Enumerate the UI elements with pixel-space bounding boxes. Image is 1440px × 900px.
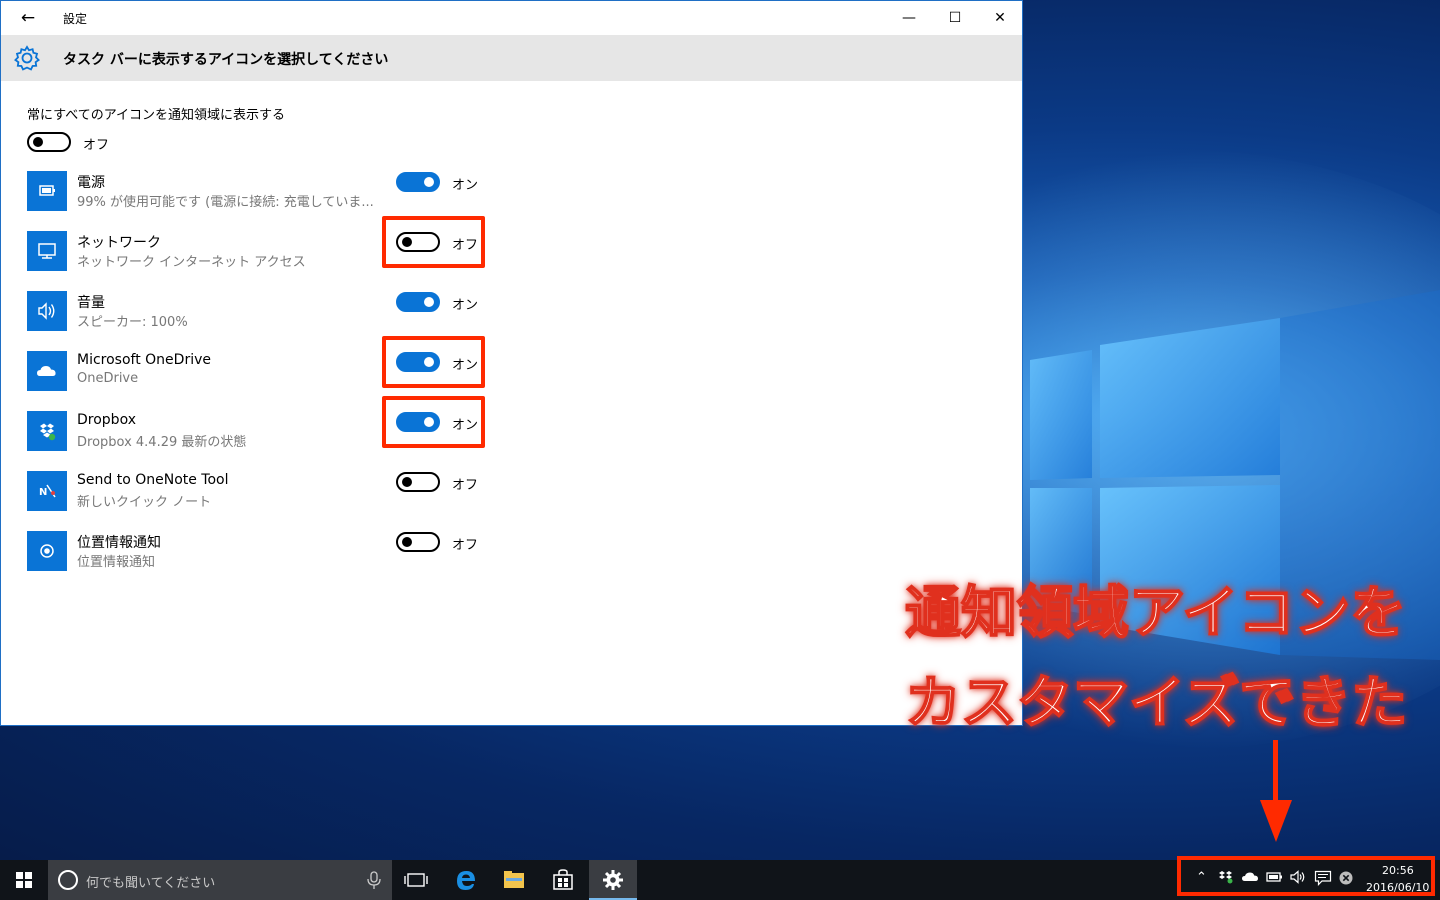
item-name: Dropbox — [77, 412, 136, 428]
close-circle-tray-icon[interactable] — [1338, 870, 1354, 890]
battery-tray-icon[interactable] — [1266, 870, 1284, 888]
item-desc: 位置情報通知 — [77, 555, 156, 570]
action-center-icon[interactable] — [1314, 870, 1332, 890]
settings-window: ← 設定 — ☐ ✕ タスク バーに表示するアイコンを選択してください 常にすべ… — [0, 0, 1023, 726]
title-bar: ← 設定 — ☐ ✕ — [1, 1, 1022, 35]
onedrive-tray-icon[interactable] — [1241, 870, 1259, 888]
item-name: 音量 — [77, 295, 105, 311]
item-toggle[interactable] — [396, 532, 440, 552]
show-hidden-icons-chevron-icon[interactable]: ⌃ — [1196, 870, 1207, 885]
toggle-knob — [402, 477, 412, 487]
onenote-icon: N — [27, 471, 67, 511]
location-icon — [27, 531, 67, 571]
maximize-button[interactable]: ☐ — [932, 1, 978, 35]
highlight-box — [382, 396, 485, 448]
always-show-state: オフ — [83, 138, 110, 153]
always-show-toggle[interactable] — [27, 132, 71, 152]
clock-time[interactable]: 20:56 — [1382, 864, 1414, 877]
item-state: オフ — [452, 478, 479, 493]
settings-content: 常にすべてのアイコンを通知領域に表示する オフ 電源 99% が使用可能です (… — [1, 81, 1022, 571]
item-name: ネットワーク — [77, 235, 161, 251]
item-toggle[interactable] — [396, 472, 440, 492]
toggle-knob — [402, 537, 412, 547]
item-state: オン — [452, 178, 479, 193]
search-box[interactable]: 何でも聞いてください — [48, 860, 392, 900]
speaker-icon — [27, 291, 67, 331]
taskbar: 何でも聞いてください ⌃ 20:56 2016/06/10 — [0, 856, 1440, 900]
back-arrow-icon[interactable]: ← — [13, 7, 43, 29]
list-item: ネットワーク ネットワーク インターネット アクセス オフ — [1, 216, 601, 277]
task-view-icon[interactable] — [392, 860, 440, 900]
volume-tray-icon[interactable] — [1290, 870, 1308, 888]
item-desc: OneDrive — [77, 371, 139, 386]
file-explorer-icon[interactable] — [490, 860, 538, 900]
item-state: オン — [452, 298, 479, 313]
always-show-label: 常にすべてのアイコンを通知領域に表示する — [27, 108, 286, 123]
annotation-line2: カスタマイズできた — [904, 670, 1408, 737]
cloud-icon — [27, 351, 67, 391]
start-button[interactable] — [0, 860, 48, 900]
list-item: 電源 99% が使用可能です (電源に接続: 充電していま... オン — [1, 171, 601, 217]
arrow-down-icon — [1260, 740, 1292, 842]
notification-area: ⌃ 20:56 2016/06/10 — [1174, 856, 1440, 900]
store-icon[interactable] — [539, 860, 587, 900]
microphone-icon[interactable] — [364, 869, 384, 891]
settings-taskbar-icon[interactable] — [589, 860, 637, 900]
toggle-knob — [424, 177, 434, 187]
list-item: Microsoft OneDrive OneDrive オン — [1, 336, 601, 397]
item-name: Microsoft OneDrive — [77, 352, 211, 368]
cortana-icon — [58, 870, 78, 890]
list-item: Dropbox Dropbox 4.4.29 最新の状態 オン — [1, 396, 601, 457]
item-name: Send to OneNote Tool — [77, 472, 229, 488]
item-name: 位置情報通知 — [77, 535, 161, 551]
list-item: 音量 スピーカー: 100% オン — [1, 291, 601, 337]
window-title: 設定 — [63, 12, 88, 26]
minimize-button[interactable]: — — [886, 1, 932, 35]
windows-start-icon — [16, 872, 32, 888]
item-desc: 新しいクイック ノート — [77, 495, 212, 510]
item-toggle[interactable] — [396, 172, 440, 192]
toggle-knob — [424, 297, 434, 307]
item-toggle[interactable] — [396, 292, 440, 312]
svg-text:N: N — [39, 487, 47, 498]
gear-icon — [14, 45, 40, 71]
clock-date[interactable]: 2016/06/10 — [1366, 881, 1429, 894]
network-icon — [27, 231, 67, 271]
item-desc: スピーカー: 100% — [77, 315, 188, 330]
list-item: N Send to OneNote Tool 新しいクイック ノート オフ — [1, 471, 601, 517]
page-header: タスク バーに表示するアイコンを選択してください — [1, 35, 1022, 81]
item-desc: ネットワーク インターネット アクセス — [77, 255, 306, 270]
close-button[interactable]: ✕ — [977, 1, 1023, 35]
annotation-line1: 通知領域アイコンを — [904, 580, 1407, 647]
edge-browser-icon[interactable] — [442, 860, 490, 900]
item-desc: 99% が使用可能です (電源に接続: 充電していま... — [77, 195, 374, 210]
item-name: 電源 — [77, 175, 105, 191]
list-item: 位置情報通知 位置情報通知 オフ — [1, 531, 601, 577]
dropbox-icon — [27, 411, 67, 451]
dropbox-tray-icon[interactable] — [1218, 870, 1234, 888]
highlight-box — [382, 336, 485, 388]
battery-icon — [27, 171, 67, 211]
search-placeholder: 何でも聞いてください — [86, 876, 216, 891]
toggle-knob — [33, 137, 43, 147]
page-title: タスク バーに表示するアイコンを選択してください — [63, 52, 389, 68]
item-state: オフ — [452, 538, 479, 553]
item-desc: Dropbox 4.4.29 最新の状態 — [77, 435, 247, 450]
highlight-box — [382, 216, 485, 268]
